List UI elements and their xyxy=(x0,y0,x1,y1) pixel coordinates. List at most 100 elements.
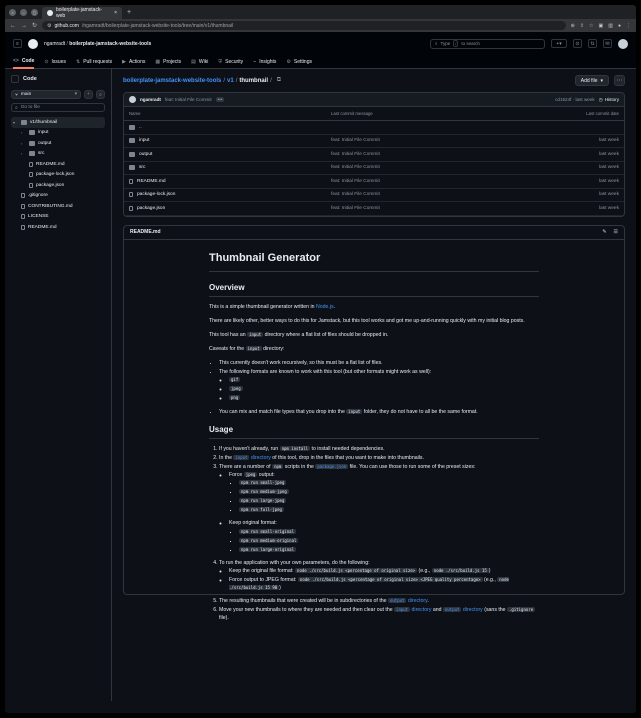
search-input[interactable]: ⌕ Type / to search xyxy=(430,38,545,49)
package-json-link[interactable]: package.json xyxy=(315,464,349,470)
inbox-icon[interactable]: ✉ xyxy=(603,39,612,48)
tab-settings[interactable]: ⚙ Settings xyxy=(286,55,312,69)
add-file-icon[interactable]: + xyxy=(84,90,93,99)
file-name[interactable]: README.md xyxy=(137,179,166,184)
list-item: npm run large-jpeg xyxy=(239,497,539,505)
owner-link[interactable]: ngamradt xyxy=(44,41,65,47)
issues-icon[interactable]: ⊙ xyxy=(573,39,582,48)
profile-icon[interactable]: ● xyxy=(618,23,621,29)
add-file-button[interactable]: Add file ▾ xyxy=(574,75,609,86)
tree-item[interactable]: › input xyxy=(11,128,105,139)
table-row[interactable]: package.json feat: Initial File Commit las… xyxy=(124,202,624,216)
search-files-icon[interactable]: ⌕ xyxy=(96,90,105,99)
menu-icon[interactable]: ⋮ xyxy=(626,23,631,29)
extensions-icon[interactable]: ▣ xyxy=(599,23,604,29)
output-directory-link-2[interactable]: output directory xyxy=(442,607,483,613)
row-commit-message[interactable]: feat: Initial File Commit xyxy=(331,206,559,211)
tab-security[interactable]: ⛨ Security xyxy=(218,55,243,69)
list-item: gif xyxy=(229,376,539,384)
tree-item[interactable]: › output xyxy=(11,138,105,149)
search-placeholder-post: to search xyxy=(461,41,480,46)
new-tab-icon[interactable]: + xyxy=(127,9,131,16)
address-bar[interactable]: ⚙ github.com/ngamradt/boilerplate-jamsta… xyxy=(42,21,566,30)
github-logo-icon[interactable] xyxy=(28,38,38,49)
maximize-window-icon[interactable]: ▢ xyxy=(31,8,38,16)
table-row[interactable]: input feat: Initial File Commit last week xyxy=(124,135,624,148)
table-row[interactable]: output feat: Initial File Commit last week xyxy=(124,148,624,162)
reload-icon[interactable]: ↻ xyxy=(32,22,37,29)
bookmark-icon[interactable]: ☆ xyxy=(589,23,593,29)
file-name[interactable]: input xyxy=(139,138,149,143)
commit-message[interactable]: feat: Initial File Commit xyxy=(165,97,212,102)
row-commit-message[interactable]: feat: Initial File Commit xyxy=(331,192,559,197)
input-directory-link[interactable]: input directory xyxy=(233,455,271,461)
commit-author[interactable]: ngamradt xyxy=(140,97,161,102)
sidepanel-icon[interactable]: ▥ xyxy=(608,23,613,29)
breadcrumb-v1-link[interactable]: v1 xyxy=(227,78,234,84)
copy-path-icon[interactable]: ⧉ xyxy=(277,77,281,84)
breadcrumb-repo-link[interactable]: boilerplate-jamstack-website-tools xyxy=(123,78,221,84)
tab-insights[interactable]: ⌁ Insights xyxy=(253,55,276,69)
site-info-icon[interactable]: ⚙ xyxy=(47,23,51,29)
tree-item[interactable]: CONTRIBUTING.md xyxy=(11,201,105,212)
list-item: jpeg xyxy=(229,385,539,393)
tab-pull-requests[interactable]: ⇅ Pull requests xyxy=(76,55,112,69)
tab-wiki[interactable]: ▤ Wiki xyxy=(191,55,208,69)
usage-list: If you haven't already, run npm install … xyxy=(209,445,539,622)
row-commit-message[interactable]: feat: Initial File Commit xyxy=(331,165,559,170)
tree-item[interactable]: LICENSE xyxy=(11,212,105,223)
commit-sha[interactable]: cd1524f · last week xyxy=(555,97,595,102)
go-to-file-input[interactable]: ⌕ Go to file xyxy=(11,103,105,112)
row-commit-message[interactable]: feat: Initial File Commit xyxy=(331,179,559,184)
more-options-icon[interactable]: ⋯ xyxy=(614,75,625,86)
tree-item[interactable]: .gitignore xyxy=(11,191,105,202)
tree-item[interactable]: ▾ v1/thumbnail xyxy=(11,117,105,128)
back-icon[interactable]: ← xyxy=(10,23,16,29)
table-row[interactable]: README.md feat: Initial File Commit last w… xyxy=(124,175,624,189)
browser-tab[interactable]: boilerplate-jamstack-web × xyxy=(42,7,122,19)
branch-selector[interactable]: ⑂ main ▾ xyxy=(11,90,81,99)
tab-icon: ▤ xyxy=(191,58,196,65)
outline-icon[interactable]: ☰ xyxy=(614,229,618,235)
edit-icon[interactable]: ✎ xyxy=(602,229,606,235)
table-row[interactable]: package-lock.json feat: Initial File Comm… xyxy=(124,189,624,202)
input-directory-link-2[interactable]: input directory xyxy=(394,607,431,613)
row-commit-message[interactable]: feat: Initial File Commit xyxy=(331,152,559,157)
tree-item[interactable]: README.md xyxy=(11,159,105,170)
user-avatar[interactable] xyxy=(618,38,628,49)
table-row[interactable]: src feat: Initial File Commit last week xyxy=(124,162,624,175)
tab-actions[interactable]: ▶ Actions xyxy=(122,55,145,69)
tab-issues[interactable]: ⊙ Issues xyxy=(44,55,66,69)
create-new-icon[interactable]: +▾ xyxy=(551,39,567,48)
history-button[interactable]: ◷ History xyxy=(599,97,619,103)
collapse-sidebar-icon[interactable] xyxy=(11,75,19,83)
author-avatar[interactable] xyxy=(129,96,136,103)
minimize-window-icon[interactable]: – xyxy=(20,8,27,16)
tab-projects[interactable]: ▦ Projects xyxy=(155,55,181,69)
tree-item[interactable]: package-lock.json xyxy=(11,170,105,181)
tree-item[interactable]: package.json xyxy=(11,180,105,191)
file-name[interactable]: output xyxy=(139,152,152,157)
file-name[interactable]: package.json xyxy=(137,206,165,211)
commit-expand-button[interactable]: ••• xyxy=(215,97,225,102)
pull-requests-icon[interactable]: ⇅ xyxy=(588,39,597,48)
row-commit-message[interactable]: feat: Initial File Commit xyxy=(331,138,559,143)
output-directory-link[interactable]: output directory xyxy=(387,597,427,604)
hamburger-menu-icon[interactable]: ≡ xyxy=(13,39,22,48)
share-icon[interactable]: ⇪ xyxy=(580,23,584,29)
zoom-icon[interactable]: ⊕ xyxy=(571,23,575,29)
tab-code[interactable]: <> Code xyxy=(13,55,35,69)
nodejs-link[interactable]: Node.js xyxy=(316,304,334,310)
file-name[interactable]: .. xyxy=(139,125,142,130)
repo-link[interactable]: boilerplate-jamstack-website-tools xyxy=(69,41,151,47)
tree-item[interactable]: README.md xyxy=(11,222,105,233)
table-row[interactable]: .. xyxy=(124,121,624,135)
close-tab-icon[interactable]: × xyxy=(114,10,117,16)
readme-tab[interactable]: README.md xyxy=(130,229,161,235)
close-window-icon[interactable]: × xyxy=(9,8,16,16)
file-name[interactable]: src xyxy=(139,165,145,170)
table-header: Name Last commit message Last commit dat… xyxy=(124,107,624,121)
forward-icon[interactable]: → xyxy=(21,23,27,29)
file-name[interactable]: package-lock.json xyxy=(137,192,175,197)
tree-item[interactable]: › src xyxy=(11,149,105,160)
